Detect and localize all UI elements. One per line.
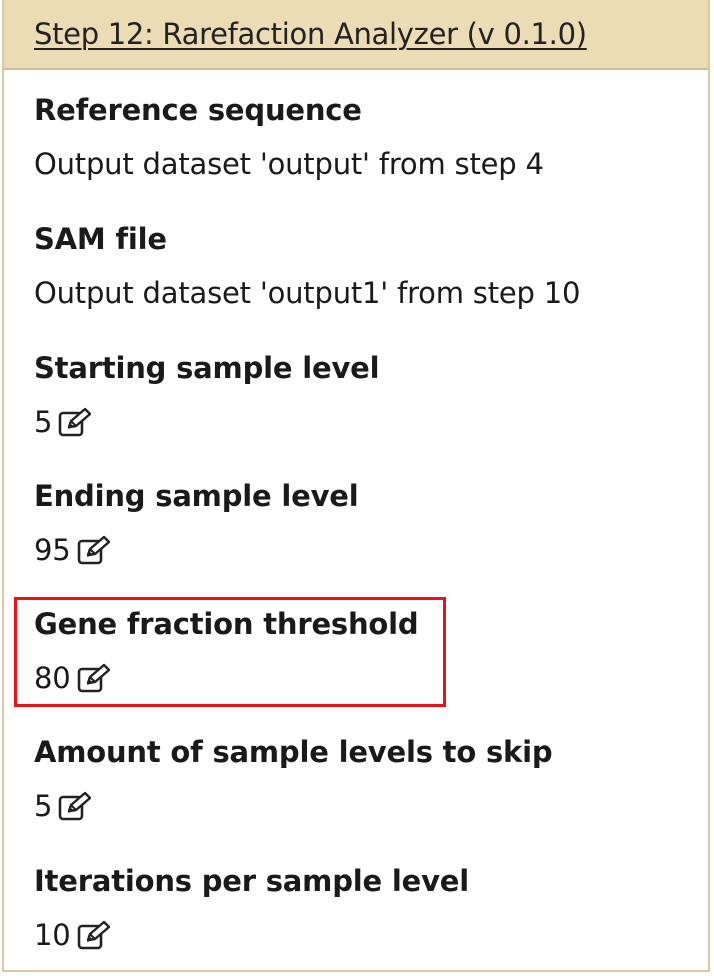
field-value: Output dataset 'output' from step 4: [34, 147, 544, 181]
edit-icon[interactable]: [77, 920, 111, 950]
field-amount-of-sample-levels-to-skip: Amount of sample levels to skip 5: [34, 734, 553, 824]
edit-icon[interactable]: [58, 791, 92, 821]
field-label: Starting sample level: [34, 351, 380, 385]
field-value: 5: [34, 404, 379, 440]
highlight-box: [14, 597, 446, 707]
field-reference-sequence: Reference sequence Output dataset 'outpu…: [34, 92, 544, 182]
field-label: Ending sample level: [34, 479, 359, 513]
field-sam-file: SAM file Output dataset 'output1' from s…: [34, 221, 580, 311]
field-value: Output dataset 'output1' from step 10: [34, 276, 581, 310]
field-value: 95: [34, 532, 359, 568]
field-label: SAM file: [34, 222, 167, 256]
field-label: Reference sequence: [34, 93, 362, 127]
field-starting-sample-level: Starting sample level 5: [34, 350, 380, 440]
field-ending-sample-level: Ending sample level 95: [34, 478, 359, 568]
edit-icon[interactable]: [77, 535, 111, 565]
field-label: Amount of sample levels to skip: [34, 735, 553, 769]
step-title-link[interactable]: Step 12: Rarefaction Analyzer (v 0.1.0): [34, 17, 587, 51]
workflow-step-panel: Step 12: Rarefaction Analyzer (v 0.1.0) …: [2, 0, 710, 972]
field-value: 10: [34, 917, 469, 953]
field-iterations-per-sample-level: Iterations per sample level 10: [34, 863, 469, 953]
field-label: Iterations per sample level: [34, 864, 469, 898]
edit-icon[interactable]: [58, 407, 92, 437]
field-value: 5: [34, 788, 552, 824]
step-header[interactable]: Step 12: Rarefaction Analyzer (v 0.1.0): [4, 0, 708, 70]
